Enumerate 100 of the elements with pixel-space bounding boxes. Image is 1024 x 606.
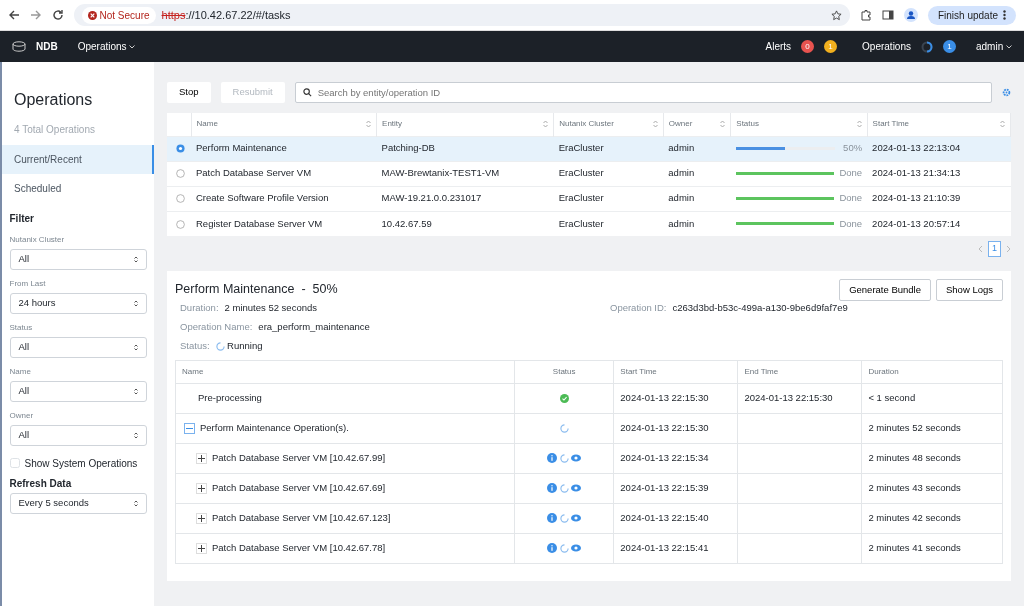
column-header[interactable]: Entity — [382, 118, 403, 131]
alerts-label: Alerts — [765, 40, 792, 54]
sort-icon[interactable] — [652, 120, 658, 129]
sidebar-icon[interactable] — [881, 9, 894, 21]
database-icon — [12, 40, 26, 53]
column-header[interactable]: Name — [196, 118, 218, 131]
sort-icon[interactable] — [720, 120, 726, 129]
filter-heading: Filter — [9, 211, 35, 226]
more-icon — [1003, 10, 1006, 20]
sort-icon[interactable] — [856, 120, 862, 129]
sidebar-item[interactable]: Current/Recent — [2, 145, 154, 174]
refresh-select[interactable]: Every 5 seconds — [9, 493, 147, 514]
table-cell: EraCluster — [558, 142, 604, 154]
action-button[interactable]: Generate Bundle — [839, 278, 931, 301]
extensions-icon[interactable] — [859, 9, 872, 21]
caret-icon — [1006, 45, 1012, 50]
column-header: Name — [182, 366, 204, 376]
filter-label: From Last — [9, 277, 47, 290]
table-cell: admin — [668, 142, 695, 154]
menu-dropdown[interactable]: Operations — [77, 39, 136, 54]
duration-value: 2 minutes 52 seconds — [224, 300, 317, 315]
table-cell: EraCluster — [558, 217, 604, 229]
next-icon[interactable] — [1006, 244, 1011, 253]
eye-icon[interactable] — [571, 514, 582, 522]
sort-icon — [133, 387, 138, 395]
info-icon[interactable] — [547, 453, 558, 463]
eye-icon[interactable] — [571, 544, 582, 552]
table-cell: 2 minutes 43 seconds — [868, 481, 961, 493]
previous-icon[interactable] — [978, 244, 983, 253]
toolbar-button[interactable]: Stop — [167, 82, 211, 103]
column-header: End Time — [744, 366, 779, 376]
security-indicator[interactable]: Not Secure — [82, 6, 156, 24]
status-text: Done — [839, 216, 863, 231]
expand-toggle[interactable] — [196, 482, 207, 494]
page-title: Operations — [13, 90, 94, 110]
duration-label: Duration: — [180, 300, 219, 315]
column-header[interactable]: Status — [736, 118, 759, 131]
step-name: Patch Database Server VM [10.42.67.69] — [212, 480, 386, 495]
update-button[interactable]: Finish update — [927, 5, 1016, 25]
reload-icon[interactable] — [52, 9, 64, 21]
sort-icon[interactable] — [366, 120, 372, 129]
sort-icon[interactable] — [1000, 120, 1005, 129]
table-cell: Patching-DB — [381, 142, 435, 154]
spinner-icon — [559, 543, 569, 553]
settings-icon[interactable] — [1002, 88, 1011, 97]
expand-toggle[interactable] — [196, 452, 207, 464]
forward-icon[interactable] — [30, 9, 42, 21]
collapse-toggle[interactable] — [184, 422, 195, 434]
eye-icon[interactable] — [571, 454, 582, 462]
table-cell: 2024-01-13 22:15:41 — [620, 541, 709, 553]
column-header[interactable]: Start Time — [872, 118, 910, 131]
column-header: Status — [552, 366, 576, 376]
plus-icon — [198, 514, 205, 522]
step-name: Patch Database Server VM [10.42.67.78] — [212, 540, 386, 555]
eye-icon[interactable] — [571, 484, 582, 492]
table-cell: admin — [668, 192, 695, 204]
alert-count[interactable]: 0 — [801, 40, 815, 53]
table-cell: 2 minutes 48 seconds — [868, 451, 961, 463]
filter-label: Name — [9, 365, 32, 378]
show-system-checkbox[interactable] — [9, 458, 20, 468]
search-field[interactable]: Search by entity/operation ID — [294, 82, 992, 103]
filter-select[interactable]: All — [9, 336, 147, 358]
spinner-icon — [215, 341, 225, 351]
sidebar-item[interactable]: Scheduled — [2, 174, 154, 203]
minus-icon — [186, 427, 193, 429]
filter-select[interactable]: All — [9, 424, 147, 446]
table-cell: EraCluster — [558, 167, 604, 179]
table-cell: 2024-01-13 22:15:40 — [620, 511, 709, 523]
radio-button[interactable] — [176, 169, 185, 179]
page-number[interactable]: 1 — [988, 241, 1001, 257]
checkbox-label[interactable]: Show System Operations — [24, 455, 138, 471]
filter-select[interactable]: 24 hours — [9, 292, 147, 314]
table-cell: 2024-01-13 22:15:39 — [620, 481, 709, 493]
action-button[interactable]: Show Logs — [936, 278, 1003, 301]
status-text: Done — [839, 166, 863, 181]
filter-select[interactable]: All — [9, 248, 147, 270]
back-icon[interactable] — [8, 9, 20, 21]
info-icon[interactable] — [547, 513, 558, 523]
table-cell: < 1 second — [868, 391, 916, 403]
radio-button[interactable] — [176, 144, 185, 154]
star-icon[interactable] — [830, 9, 842, 21]
column-header: Duration — [868, 366, 899, 376]
info-icon[interactable] — [547, 483, 558, 493]
expand-toggle[interactable] — [196, 542, 207, 554]
expand-toggle[interactable] — [196, 512, 207, 524]
filter-select[interactable]: All — [9, 380, 147, 402]
user-menu[interactable]: admin — [976, 39, 1012, 54]
plus-icon — [198, 544, 205, 552]
info-icon[interactable] — [547, 543, 558, 553]
table-cell: 2024-01-13 22:15:30 — [744, 391, 833, 403]
column-header[interactable]: Owner — [668, 118, 693, 131]
sort-icon[interactable] — [543, 120, 549, 129]
radio-button[interactable] — [176, 219, 185, 229]
radio-button[interactable] — [176, 194, 185, 204]
url-text[interactable]: https://10.42.67.22/#/tasks — [161, 6, 291, 24]
sort-icon — [133, 431, 138, 439]
avatar-icon[interactable] — [903, 8, 918, 22]
column-header[interactable]: Nutanix Cluster — [559, 118, 614, 131]
table-cell: 2024-01-13 22:15:34 — [620, 451, 709, 463]
check-icon — [559, 393, 569, 403]
